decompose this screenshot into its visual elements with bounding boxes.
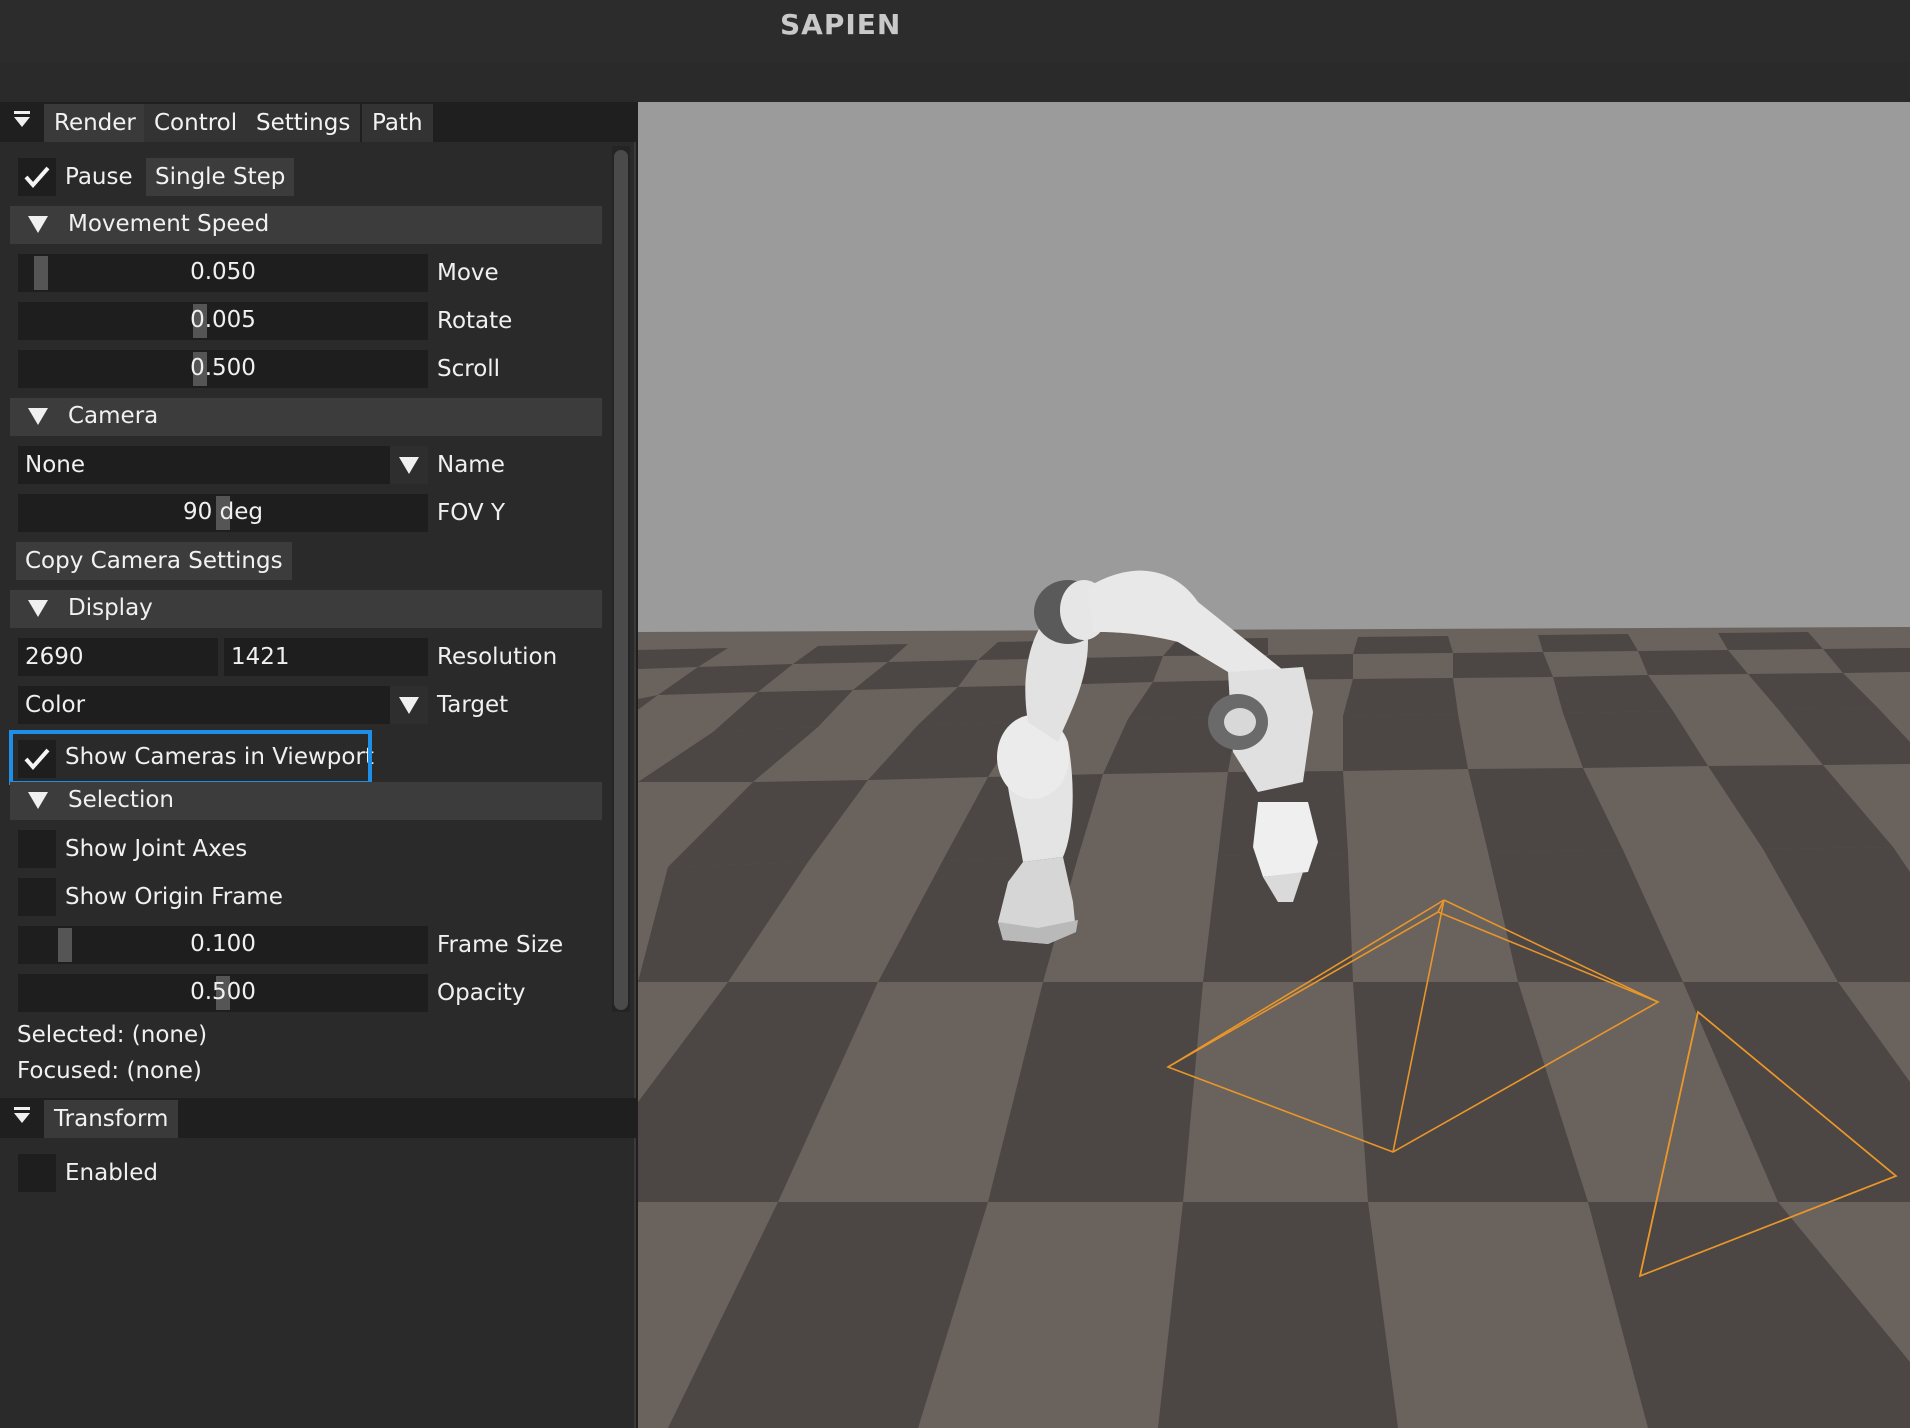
control-panel: Render Control Settings Path Pause Singl… <box>0 102 636 1428</box>
sky-background <box>638 102 1910 632</box>
opacity-slider[interactable]: 0.500 <box>18 974 428 1012</box>
opacity-label: Opacity <box>437 980 526 1006</box>
tab-transform[interactable]: Transform <box>44 1100 179 1138</box>
show-origin-frame-checkbox[interactable] <box>18 878 56 916</box>
frame-size-slider[interactable]: 0.100 <box>18 926 428 964</box>
target-label: Target <box>437 692 509 718</box>
scene-render <box>638 102 1910 1428</box>
pause-label: Pause <box>65 164 133 190</box>
selection-header[interactable]: Selection <box>10 782 602 820</box>
tab-path[interactable]: Path <box>362 104 433 142</box>
rotate-speed-value: 0.005 <box>190 307 256 333</box>
panel-scrollbar[interactable] <box>612 146 630 1012</box>
frame-size-label: Frame Size <box>437 932 564 958</box>
move-speed-slider[interactable]: 0.050 <box>18 254 428 292</box>
move-label: Move <box>437 260 499 286</box>
collapse-triangle-icon <box>28 600 48 617</box>
fov-value: 90 deg <box>183 499 263 525</box>
show-origin-frame-label: Show Origin Frame <box>65 884 283 910</box>
viewport-3d[interactable] <box>638 102 1910 1428</box>
camera-name-select[interactable]: None <box>18 446 390 484</box>
resolution-height-input[interactable]: 1421 <box>224 638 428 676</box>
title-bar: SAPIEN <box>0 0 1910 63</box>
selection-title: Selection <box>68 787 174 813</box>
menu-bar <box>0 62 1910 102</box>
transform-enabled-checkbox[interactable] <box>18 1154 56 1192</box>
movement-speed-title: Movement Speed <box>68 211 270 237</box>
move-speed-value: 0.050 <box>190 259 256 285</box>
fov-label: FOV Y <box>437 500 506 526</box>
show-joint-axes-checkbox[interactable] <box>18 830 56 868</box>
camera-title: Camera <box>68 403 159 429</box>
camera-header[interactable]: Camera <box>10 398 602 436</box>
rotate-label: Rotate <box>437 308 513 334</box>
copy-camera-settings-button[interactable]: Copy Camera Settings <box>16 542 292 580</box>
scroll-speed-slider[interactable]: 0.500 <box>18 350 428 388</box>
highlight-box <box>9 730 372 785</box>
focused-status: Focused: (none) <box>17 1058 202 1084</box>
collapse-triangle-icon <box>28 792 48 809</box>
opacity-value: 0.500 <box>190 979 256 1005</box>
pause-checkbox[interactable] <box>18 158 56 196</box>
resolution-width-input[interactable]: 2690 <box>18 638 218 676</box>
target-select[interactable]: Color <box>18 686 390 724</box>
selected-status: Selected: (none) <box>17 1022 208 1048</box>
collapse-menu-icon[interactable] <box>12 1104 36 1132</box>
collapse-triangle-icon <box>28 216 48 233</box>
movement-speed-header[interactable]: Movement Speed <box>10 206 602 244</box>
frame-size-value: 0.100 <box>190 931 256 957</box>
transform-enabled-label: Enabled <box>65 1160 158 1186</box>
single-step-button[interactable]: Single Step <box>146 158 295 196</box>
tab-control[interactable]: Control <box>144 104 248 142</box>
checkmark-icon <box>24 166 50 189</box>
transform-tab-bar: Transform <box>0 1098 636 1138</box>
resolution-label: Resolution <box>437 644 558 670</box>
collapse-triangle-icon <box>28 408 48 425</box>
scrollbar-thumb[interactable] <box>614 150 628 1010</box>
tab-bar: Render Control Settings Path <box>0 102 636 142</box>
display-header[interactable]: Display <box>10 590 602 628</box>
display-title: Display <box>68 595 153 621</box>
target-dropdown-icon[interactable] <box>390 686 428 724</box>
tab-settings[interactable]: Settings <box>246 104 361 142</box>
name-label: Name <box>437 452 505 478</box>
scroll-speed-value: 0.500 <box>190 355 256 381</box>
scroll-label: Scroll <box>437 356 501 382</box>
camera-name-dropdown-icon[interactable] <box>390 446 428 484</box>
collapse-menu-icon[interactable] <box>12 108 36 136</box>
window-title: SAPIEN <box>780 8 902 41</box>
rotate-speed-slider[interactable]: 0.005 <box>18 302 428 340</box>
fov-slider[interactable]: 90 deg <box>18 494 428 532</box>
show-joint-axes-label: Show Joint Axes <box>65 836 248 862</box>
tab-render[interactable]: Render <box>44 104 146 142</box>
